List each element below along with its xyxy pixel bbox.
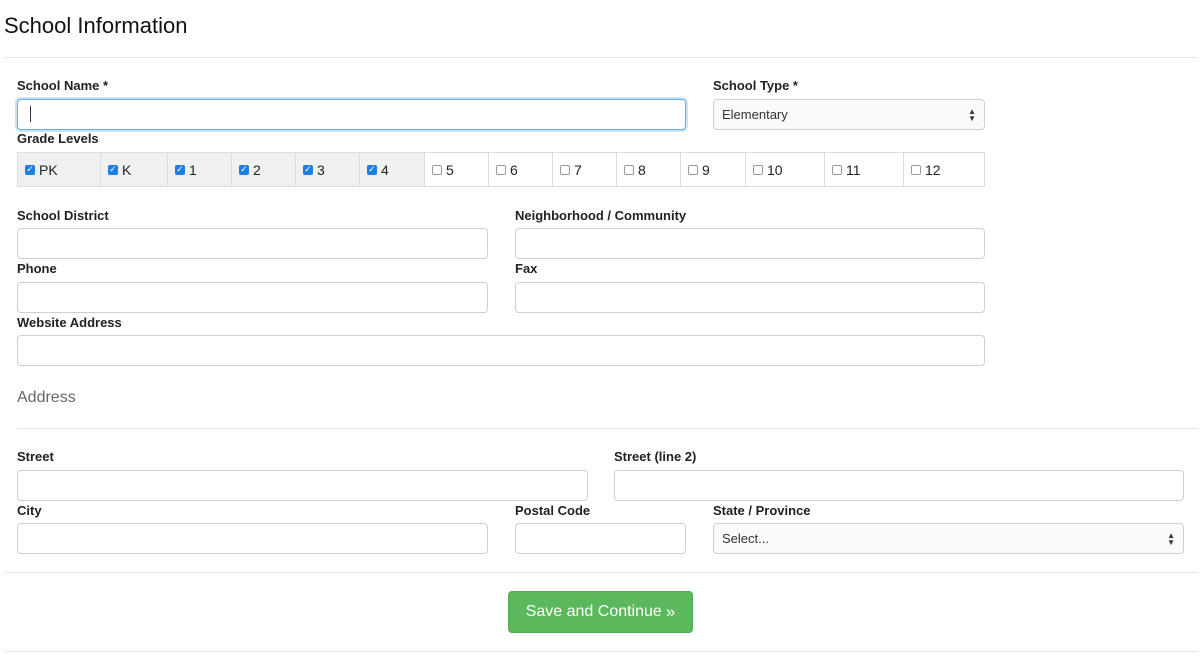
- grade-option-7[interactable]: 7: [553, 153, 617, 186]
- address-section-heading: Address: [17, 389, 76, 406]
- street-input[interactable]: [17, 470, 588, 501]
- fax-input[interactable]: [515, 282, 985, 313]
- grade-levels-group: ✓ PK ✓ K ✓ 1 ✓ 2 ✓ 3 ✓ 4 5 6 7 8 9 10 11 12: [17, 152, 985, 187]
- website-label: Website Address: [17, 315, 122, 330]
- grade-option-pk[interactable]: ✓ PK: [18, 153, 101, 186]
- checkbox-icon[interactable]: [753, 164, 763, 175]
- phone-input[interactable]: [17, 282, 488, 313]
- checkbox-icon[interactable]: ✓: [108, 164, 118, 175]
- phone-label: Phone: [17, 261, 57, 276]
- street-label: Street: [17, 449, 54, 464]
- school-type-select[interactable]: Elementary ▲ ▼: [713, 99, 985, 130]
- checkbox-icon[interactable]: [432, 164, 442, 175]
- grade-option-3[interactable]: ✓ 3: [296, 153, 360, 186]
- divider: [4, 57, 1198, 58]
- grade-levels-label: Grade Levels: [17, 131, 99, 146]
- checkbox-icon[interactable]: [624, 164, 634, 175]
- select-arrows-icon: ▲ ▼: [1167, 530, 1175, 547]
- state-select[interactable]: Select... ▲ ▼: [713, 523, 1184, 554]
- grade-option-9[interactable]: 9: [681, 153, 746, 186]
- divider: [17, 428, 1198, 429]
- checkbox-icon[interactable]: [911, 164, 921, 175]
- street2-label: Street (line 2): [614, 449, 697, 464]
- school-name-input[interactable]: [17, 99, 686, 130]
- school-district-input[interactable]: [17, 228, 488, 259]
- neighborhood-input[interactable]: [515, 228, 985, 259]
- grade-option-k[interactable]: ✓ K: [101, 153, 168, 186]
- school-name-label: School Name *: [17, 78, 109, 93]
- state-value: Select...: [722, 531, 769, 546]
- checkbox-icon[interactable]: ✓: [239, 164, 249, 175]
- school-type-label: School Type *: [713, 78, 798, 93]
- divider: [4, 572, 1198, 573]
- grade-option-6[interactable]: 6: [489, 153, 553, 186]
- street2-input[interactable]: [614, 470, 1184, 501]
- school-district-label: School District: [17, 208, 109, 223]
- grade-option-4[interactable]: ✓ 4: [360, 153, 425, 186]
- grade-option-10[interactable]: 10: [746, 153, 825, 186]
- select-arrows-icon: ▲ ▼: [968, 106, 976, 123]
- postal-code-input[interactable]: [515, 523, 686, 554]
- school-type-value: Elementary: [722, 107, 788, 122]
- text-caret: [30, 106, 31, 122]
- checkbox-icon[interactable]: ✓: [175, 164, 185, 175]
- save-and-continue-button[interactable]: Save and Continue »: [508, 591, 693, 633]
- checkbox-icon[interactable]: ✓: [303, 164, 313, 175]
- city-label: City: [17, 503, 42, 518]
- fax-label: Fax: [515, 261, 538, 276]
- website-input[interactable]: [17, 335, 985, 366]
- checkbox-icon[interactable]: [560, 164, 570, 175]
- checkbox-icon[interactable]: ✓: [367, 164, 377, 175]
- checkbox-icon[interactable]: [496, 164, 506, 175]
- checkbox-icon[interactable]: ✓: [25, 164, 35, 175]
- grade-option-2[interactable]: ✓ 2: [232, 153, 296, 186]
- double-chevron-right-icon: »: [665, 602, 676, 621]
- grade-option-11[interactable]: 11: [825, 153, 904, 186]
- grade-option-12[interactable]: 12: [904, 153, 984, 186]
- grade-option-8[interactable]: 8: [617, 153, 681, 186]
- postal-code-label: Postal Code: [515, 503, 591, 518]
- divider: [4, 651, 1198, 652]
- grade-option-5[interactable]: 5: [425, 153, 489, 186]
- neighborhood-label: Neighborhood / Community: [515, 208, 687, 223]
- checkbox-icon[interactable]: [688, 164, 698, 175]
- grade-option-1[interactable]: ✓ 1: [168, 153, 232, 186]
- save-button-label: Save and Continue: [525, 603, 662, 620]
- page-title: School Information: [4, 13, 188, 38]
- city-input[interactable]: [17, 523, 488, 554]
- checkbox-icon[interactable]: [832, 164, 842, 175]
- state-label: State / Province: [713, 503, 811, 518]
